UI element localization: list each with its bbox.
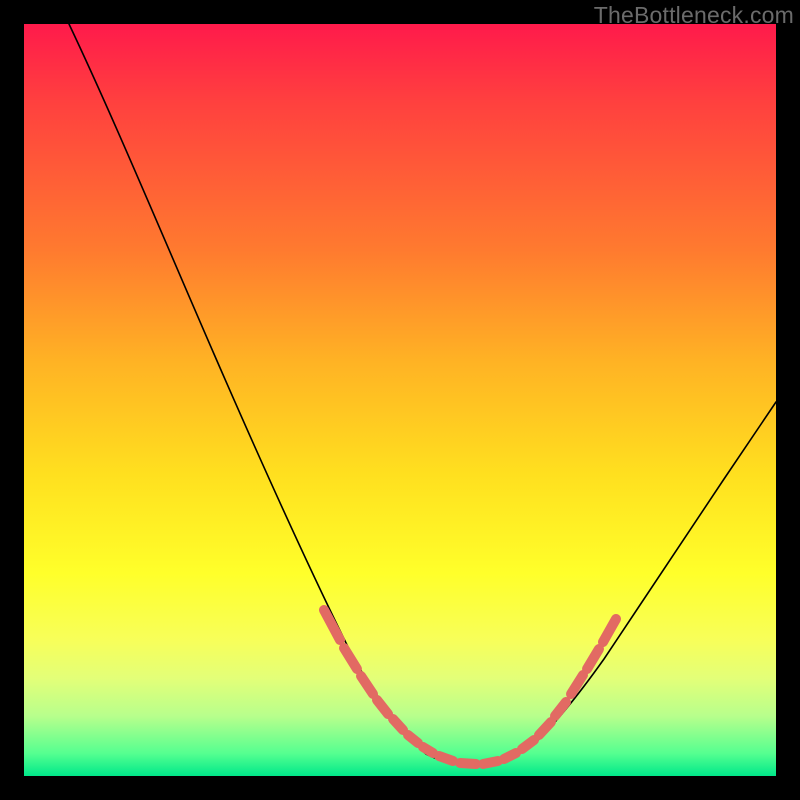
dash-seg: [423, 747, 433, 753]
dash-seg: [460, 763, 476, 764]
dash-seg: [324, 610, 340, 640]
dash-seg: [504, 753, 516, 759]
bottleneck-chart: [24, 24, 776, 776]
bottleneck-curve-line: [69, 24, 776, 766]
dash-overlay: [324, 610, 616, 764]
dash-seg: [603, 619, 616, 642]
dash-seg: [555, 702, 566, 716]
dash-seg: [539, 722, 551, 735]
dash-seg: [587, 649, 599, 669]
watermark-text: TheBottleneck.com: [594, 2, 794, 29]
dash-seg: [408, 735, 418, 743]
dash-seg: [344, 648, 357, 669]
dash-seg: [377, 700, 388, 714]
dash-seg: [483, 761, 498, 764]
dash-seg: [361, 676, 373, 694]
chart-frame: [24, 24, 776, 776]
dash-seg: [393, 719, 403, 730]
dash-seg: [439, 756, 453, 761]
dash-seg: [522, 740, 534, 749]
